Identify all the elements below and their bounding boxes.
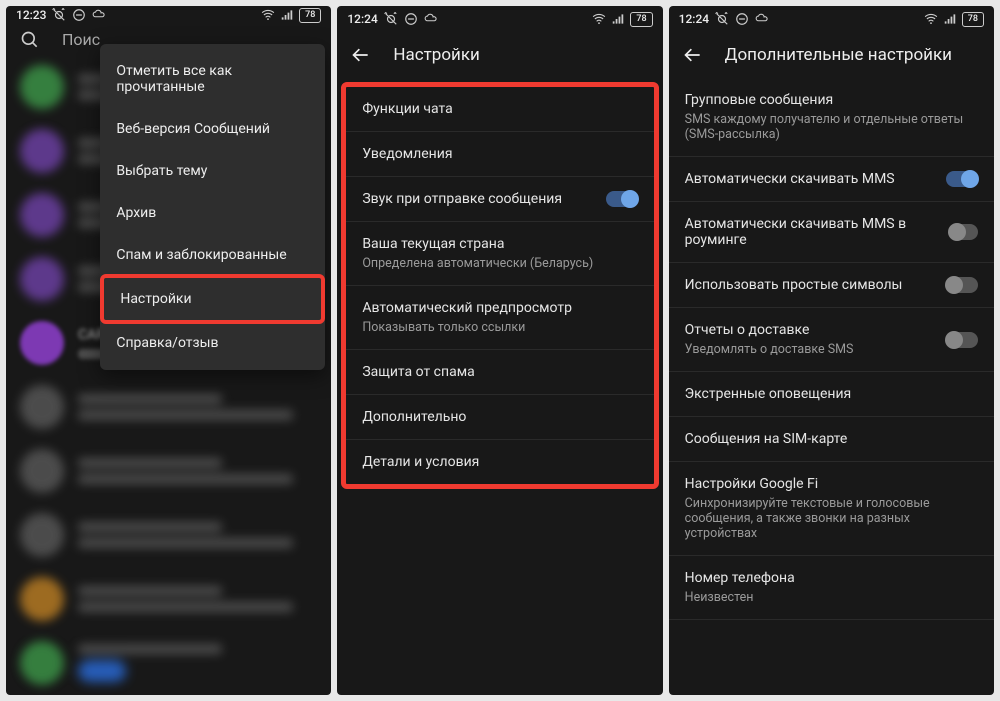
auto-mms-roaming-toggle[interactable] [949,224,978,240]
item-chat-features[interactable]: Функции чата [346,87,653,132]
item-sublabel: Уведомлять о доставке SMS [685,342,854,357]
menu-spam-blocked[interactable]: Спам и заблокированные [100,234,325,276]
item-simple-chars[interactable]: Использовать простые символы [669,263,994,308]
simple-chars-toggle[interactable] [946,277,978,293]
settings-list: Функции чата Уведомления Звук при отправ… [337,78,662,695]
item-current-country[interactable]: Ваша текущая страна Определена автоматич… [346,222,653,286]
signal-icon [280,8,294,22]
cloud-icon [755,12,769,26]
time-text: 12:24 [347,12,377,26]
time-text: 12:24 [679,12,709,26]
item-sublabel: Неизвестен [685,590,754,605]
signal-icon [611,12,625,26]
send-sound-toggle[interactable] [606,191,638,207]
item-details-terms[interactable]: Детали и условия [346,440,653,484]
item-emergency-alerts[interactable]: Экстренные оповещения [669,372,994,417]
alarm-off-icon [384,12,398,26]
auto-mms-toggle[interactable] [946,171,978,187]
status-bar: 12:24 78 [337,6,662,32]
menu-help-feedback[interactable]: Справка/отзыв [100,322,325,364]
overflow-menu: Отметить все как прочитанные Веб-версия … [100,44,325,370]
item-spam-protection[interactable]: Защита от спама [346,350,653,395]
dnd-icon [404,12,418,26]
alarm-off-icon [715,12,729,26]
cloud-icon [424,12,438,26]
item-sim-messages[interactable]: Сообщения на SIM-карте [669,417,994,462]
item-sublabel: Синхронизируйте текстовые и голосовые со… [685,496,978,541]
phone-screen-1: 12:23 78 Поис CAR Отметить все как прочи… [6,6,331,695]
dnd-icon [735,12,749,26]
chat-row[interactable] [6,439,331,503]
status-bar: 12:24 78 [669,6,994,32]
dnd-icon [72,8,86,22]
item-sublabel: Определена автоматически (Беларусь) [362,256,593,271]
search-icon [20,30,40,50]
item-google-fi[interactable]: Настройки Google Fi Синхронизируйте текс… [669,462,994,556]
item-auto-mms[interactable]: Автоматически скачивать MMS [669,157,994,202]
back-arrow-icon[interactable] [351,45,371,65]
cloud-icon [92,8,106,22]
chat-row[interactable] [6,503,331,567]
search-placeholder: Поис [62,30,100,49]
menu-web-version[interactable]: Веб-версия Сообщений [100,108,325,150]
item-label: Автоматически скачивать MMS [685,171,895,187]
item-auto-mms-roaming[interactable]: Автоматически скачивать MMS в роуминге [669,202,994,263]
delivery-reports-toggle[interactable] [946,332,978,348]
chat-row[interactable] [6,631,331,695]
menu-mark-all-read[interactable]: Отметить все как прочитанные [100,50,325,108]
signal-icon [943,12,957,26]
battery-indicator: 78 [299,8,321,23]
item-label: Автоматический предпросмотр [362,300,572,316]
time-text: 12:23 [16,8,46,22]
item-sublabel: Показывать только ссылки [362,320,525,335]
item-group-messages[interactable]: Групповые сообщения SMS каждому получате… [669,78,994,157]
item-sublabel: SMS каждому получателю и отдельные ответ… [685,112,978,142]
alarm-off-icon [52,8,66,22]
item-label: Использовать простые символы [685,277,903,293]
wifi-icon [592,12,606,26]
item-auto-preview[interactable]: Автоматический предпросмотр Показывать т… [346,286,653,350]
advanced-settings-header: Дополнительные настройки [669,32,994,78]
chat-row[interactable] [6,375,331,439]
phone-screen-3: 12:24 78 Дополнительные настройки Группо… [669,6,994,695]
status-bar: 12:23 78 [6,6,331,24]
wifi-icon [261,8,275,22]
menu-choose-theme[interactable]: Выбрать тему [100,150,325,192]
page-title: Дополнительные настройки [725,45,952,65]
item-label: Групповые сообщения [685,92,834,108]
item-label: Настройки Google Fi [685,476,819,492]
menu-settings[interactable]: Настройки [100,274,325,324]
wifi-icon [924,12,938,26]
item-notifications[interactable]: Уведомления [346,132,653,177]
item-phone-number[interactable]: Номер телефона Неизвестен [669,556,994,620]
item-label: Звук при отправке сообщения [362,191,562,207]
item-advanced[interactable]: Дополнительно [346,395,653,440]
page-title: Настройки [393,45,480,65]
advanced-settings-list: Групповые сообщения SMS каждому получате… [669,78,994,695]
item-label: Ваша текущая страна [362,236,504,252]
back-arrow-icon[interactable] [683,45,703,65]
phone-screen-2: 12:24 78 Настройки Функции чата Уведомле… [337,6,662,695]
chat-row[interactable] [6,567,331,631]
settings-header: Настройки [337,32,662,78]
menu-archive[interactable]: Архив [100,192,325,234]
battery-indicator: 78 [962,12,984,27]
item-label: Автоматически скачивать MMS в роуминге [685,216,945,248]
item-delivery-reports[interactable]: Отчеты о доставке Уведомлять о доставке … [669,308,994,372]
item-label: Номер телефона [685,570,795,586]
item-send-sound[interactable]: Звук при отправке сообщения [346,177,653,222]
highlight-box: Функции чата Уведомления Звук при отправ… [341,82,658,489]
battery-indicator: 78 [630,12,652,27]
item-label: Отчеты о доставке [685,322,854,338]
